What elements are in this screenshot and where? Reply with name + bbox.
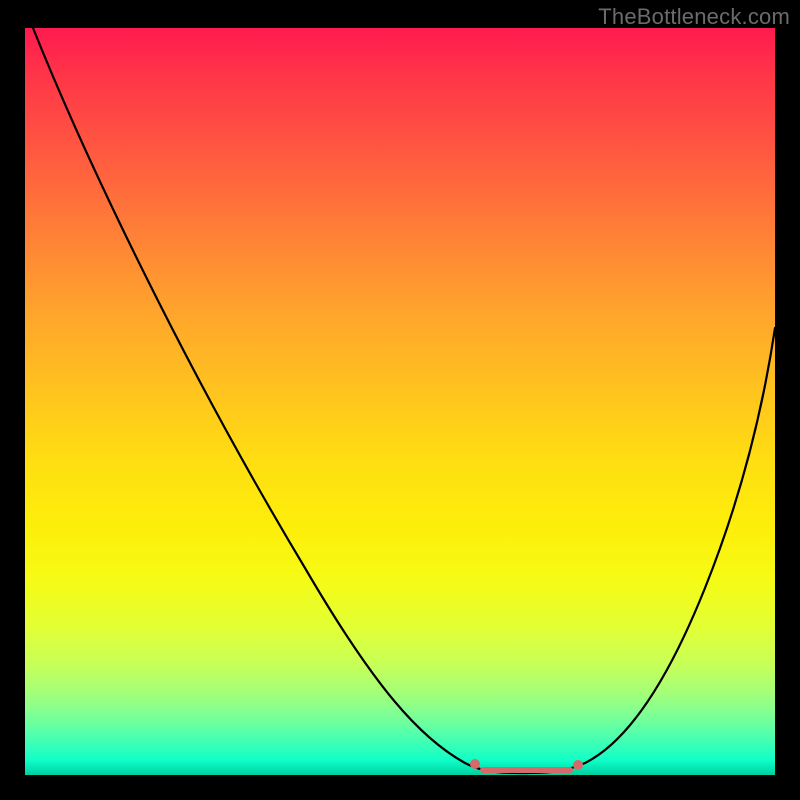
highlight-end-dot <box>573 760 583 770</box>
chart-frame: TheBottleneck.com <box>0 0 800 800</box>
highlight-start-dot <box>470 759 480 769</box>
attribution-text: TheBottleneck.com <box>598 4 790 30</box>
bottleneck-curve <box>25 28 775 775</box>
curve-path <box>33 28 775 773</box>
plot-area <box>25 28 775 775</box>
